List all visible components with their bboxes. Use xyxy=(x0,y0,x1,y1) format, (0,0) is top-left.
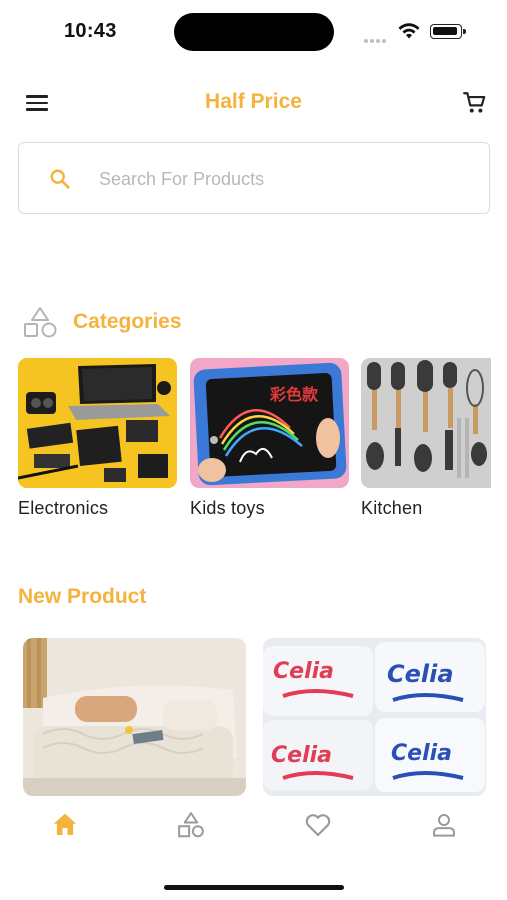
svg-text:Celia: Celia xyxy=(387,660,454,688)
product-image xyxy=(23,638,246,796)
svg-text:彩色款: 彩色款 xyxy=(269,385,319,404)
svg-text:Celia: Celia xyxy=(391,741,452,766)
search-bar[interactable] xyxy=(18,142,490,214)
app-header: Half Price xyxy=(0,84,507,122)
category-label: Kids toys xyxy=(190,498,265,518)
electronics-image xyxy=(18,358,177,488)
product-image: Celia Celia Celia Celia xyxy=(263,638,486,796)
category-card-kitchen[interactable]: Kitchen xyxy=(361,358,491,519)
svg-text:Celia: Celia xyxy=(273,659,334,684)
kids-toys-image: 彩色款 xyxy=(190,358,349,488)
category-label: Electronics xyxy=(18,498,109,518)
search-input[interactable] xyxy=(99,163,459,195)
shapes-icon xyxy=(24,307,57,338)
categories-icon[interactable] xyxy=(176,810,206,840)
profile-icon[interactable] xyxy=(429,810,459,840)
kitchen-image xyxy=(361,358,491,488)
dynamic-island xyxy=(174,13,334,51)
shopping-cart-icon[interactable] xyxy=(462,90,488,116)
category-card-electronics[interactable]: Electronics xyxy=(18,358,177,519)
product-card-sofa[interactable] xyxy=(23,638,246,796)
app-title: Half Price xyxy=(205,90,302,113)
product-card-celia[interactable]: Celia Celia Celia Celia xyxy=(263,638,486,796)
status-bar: 10:43 xyxy=(0,0,507,64)
battery-icon xyxy=(430,24,466,39)
home-indicator[interactable] xyxy=(164,885,344,890)
new-product-title: New Product xyxy=(18,585,147,608)
bottom-tab-bar xyxy=(0,796,507,856)
wifi-icon xyxy=(398,23,420,39)
heart-icon[interactable] xyxy=(303,810,333,840)
category-label: Kitchen xyxy=(361,498,423,518)
svg-text:Celia: Celia xyxy=(271,743,332,768)
categories-title: Categories xyxy=(73,310,182,333)
search-icon xyxy=(50,169,70,189)
home-icon[interactable] xyxy=(50,810,80,840)
category-card-kids-toys[interactable]: 彩色款 Kids toys xyxy=(190,358,349,519)
status-time: 10:43 xyxy=(64,20,117,42)
cellular-signal-icon xyxy=(364,30,390,43)
